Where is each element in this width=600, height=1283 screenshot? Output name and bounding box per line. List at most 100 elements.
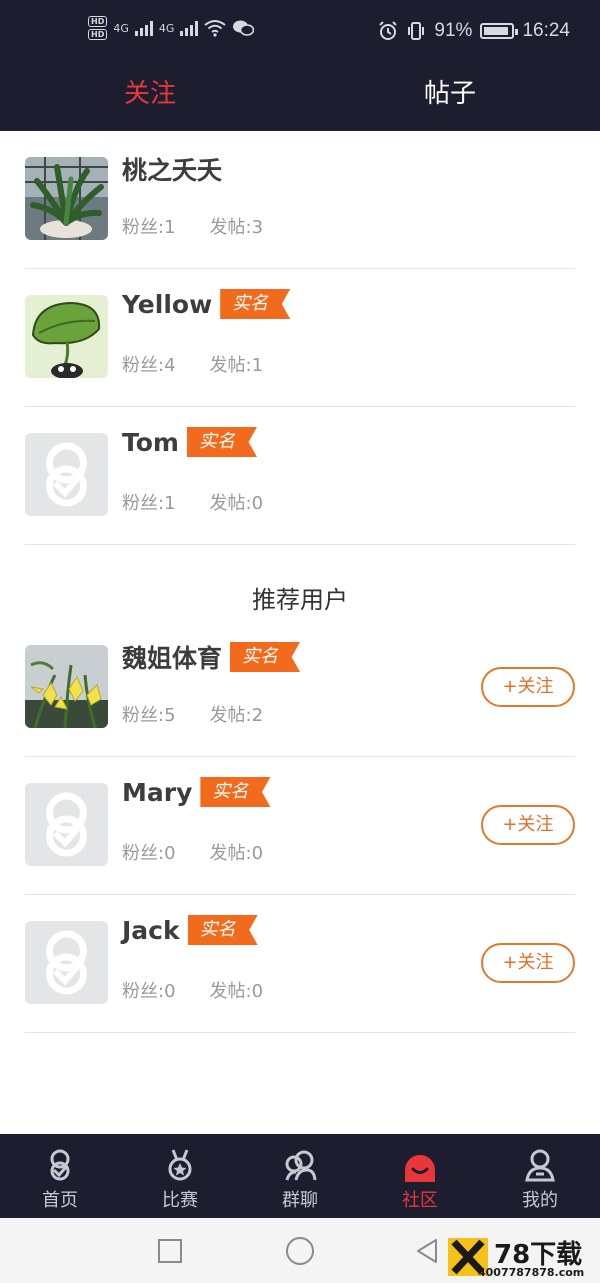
posts-count: 发帖:0: [209, 843, 264, 864]
lily-photo-avatar: [25, 645, 108, 728]
avatar[interactable]: [25, 645, 108, 728]
home-button[interactable]: [286, 1237, 314, 1265]
status-right: 91% 16:24: [378, 20, 570, 42]
user-stats: 粉丝:4 发帖:1: [122, 351, 263, 377]
user-name-text: 桃之夭夭: [122, 156, 223, 185]
posts-count: 发帖:0: [209, 493, 264, 514]
nav-item-home[interactable]: 首页: [0, 1134, 120, 1218]
community-icon: [405, 1155, 435, 1182]
list-item-recommended-1[interactable]: 魏姐体育 实名 粉丝:5 发帖:2 +关注: [25, 619, 575, 757]
network-label-2: 4G: [158, 21, 175, 35]
wechat-icon: [233, 20, 255, 36]
home-logo-icon: [50, 1149, 70, 1181]
user-name: 桃之夭夭: [122, 151, 222, 187]
list-item-recommended-3[interactable]: Jack 实名 粉丝:0 发帖:0 +关注: [25, 895, 575, 1033]
nav-item-community[interactable]: 社区: [360, 1134, 480, 1218]
user-name-text: Jack: [122, 915, 180, 945]
watermark-site: 4007787878.com: [478, 1266, 585, 1279]
nav-item-group-chat[interactable]: 群聊: [240, 1134, 360, 1218]
medal-icon: [168, 1149, 192, 1181]
fans-count: 粉丝:5: [122, 705, 176, 726]
verified-badge: 实名: [186, 427, 257, 457]
verified-badge: 实名: [230, 642, 301, 672]
nav-label: 首页: [42, 1190, 78, 1211]
avatar[interactable]: [25, 783, 108, 866]
tab-following[interactable]: 关注: [0, 64, 300, 131]
user-name: Yellow 实名: [122, 289, 291, 319]
user-name: Jack 实名: [122, 915, 258, 945]
verified-badge: 实名: [187, 915, 258, 945]
list-item-recommended-2[interactable]: Mary 实名 粉丝:0 发帖:0 +关注: [25, 757, 575, 895]
user-stats: 粉丝:1 发帖:0: [122, 489, 263, 515]
bottom-nav: 首页 比赛 群聊 社区 我的: [0, 1134, 600, 1218]
user-name-text: Mary: [122, 777, 193, 807]
user-stats: 粉丝:1 发帖:3: [122, 213, 263, 239]
list-item-following-1[interactable]: 桃之夭夭 粉丝:1 发帖:3: [25, 131, 575, 269]
user-stats: 粉丝:5 发帖:2: [122, 701, 263, 727]
follow-button[interactable]: +关注: [481, 943, 575, 983]
nav-item-profile[interactable]: 我的: [480, 1134, 600, 1218]
battery-icon: [480, 23, 519, 39]
fans-count: 粉丝:0: [122, 843, 176, 864]
user-stats: 粉丝:0 发帖:0: [122, 839, 263, 865]
nav-label: 社区: [402, 1190, 438, 1211]
follow-button[interactable]: +关注: [481, 667, 575, 707]
hd-icon: HD: [88, 29, 108, 40]
profile-icon: [525, 1149, 555, 1182]
avatar[interactable]: [25, 433, 108, 516]
avatar[interactable]: [25, 157, 108, 240]
avatar[interactable]: [25, 921, 108, 1004]
posts-count: 发帖:1: [209, 355, 264, 376]
posts-count: 发帖:3: [209, 217, 264, 238]
user-name-text: 魏姐体育: [122, 644, 223, 673]
nav-label: 我的: [522, 1190, 558, 1211]
screen: HD HD 4G 4G 91% 16:24 关注 帖子 桃之夭夭 粉丝:1 发帖…: [0, 0, 600, 1283]
fans-count: 粉丝:0: [122, 981, 176, 1002]
tab-posts[interactable]: 帖子: [300, 64, 600, 131]
hd-icon: HD: [88, 16, 108, 27]
status-bar: HD HD 4G 4G 91% 16:24: [0, 0, 600, 64]
battery-percent: 91%: [434, 20, 473, 41]
list-item-following-2[interactable]: Yellow 实名 粉丝:4 发帖:1: [25, 269, 575, 407]
nav-item-match[interactable]: 比赛: [120, 1134, 240, 1218]
group-chat-icon: [285, 1150, 317, 1181]
top-bar: HD HD 4G 4G 91% 16:24 关注 帖子: [0, 0, 600, 131]
posts-count: 发帖:2: [209, 705, 264, 726]
default-logo-avatar: [25, 921, 108, 1004]
user-name: 魏姐体育 实名: [122, 639, 301, 675]
wifi-icon: [204, 20, 227, 37]
list-item-following-3[interactable]: Tom 实名 粉丝:1 发帖:0: [25, 407, 575, 545]
nav-label: 比赛: [162, 1190, 198, 1211]
plant-photo-avatar: [25, 157, 108, 240]
user-name: Tom 实名: [122, 427, 257, 457]
alarm-icon: [379, 21, 398, 40]
avatar[interactable]: [25, 295, 108, 378]
recommended-section-title: 推荐用户: [252, 586, 348, 614]
posts-count: 发帖:0: [209, 981, 264, 1002]
recent-apps-button[interactable]: [158, 1239, 182, 1263]
nav-label: 群聊: [282, 1190, 318, 1211]
watermark: 78下载 4007787878.com: [448, 1238, 596, 1280]
verified-badge: 实名: [200, 777, 271, 807]
hd-indicators: HD HD: [88, 16, 108, 40]
user-stats: 粉丝:0 发帖:0: [122, 977, 263, 1003]
header-tabs: 关注 帖子: [0, 64, 600, 131]
default-logo-avatar: [25, 433, 108, 516]
signal-icon: [134, 20, 153, 36]
signal-icon: [180, 20, 199, 36]
back-button[interactable]: [412, 1236, 442, 1266]
user-name-text: Yellow: [122, 289, 213, 319]
fans-count: 粉丝:4: [122, 355, 176, 376]
clock: 16:24: [522, 20, 570, 41]
follow-button[interactable]: +关注: [481, 805, 575, 845]
user-name: Mary 实名: [122, 777, 271, 807]
network-label-1: 4G: [113, 21, 129, 35]
default-logo-avatar: [25, 783, 108, 866]
fans-count: 粉丝:1: [122, 217, 176, 238]
status-left: HD HD 4G 4G: [88, 16, 255, 40]
user-name-text: Tom: [122, 427, 179, 457]
fans-count: 粉丝:1: [122, 493, 176, 514]
leaf-cartoon-avatar: [25, 295, 108, 378]
verified-badge: 实名: [220, 289, 291, 319]
vibrate-icon: [408, 22, 425, 40]
